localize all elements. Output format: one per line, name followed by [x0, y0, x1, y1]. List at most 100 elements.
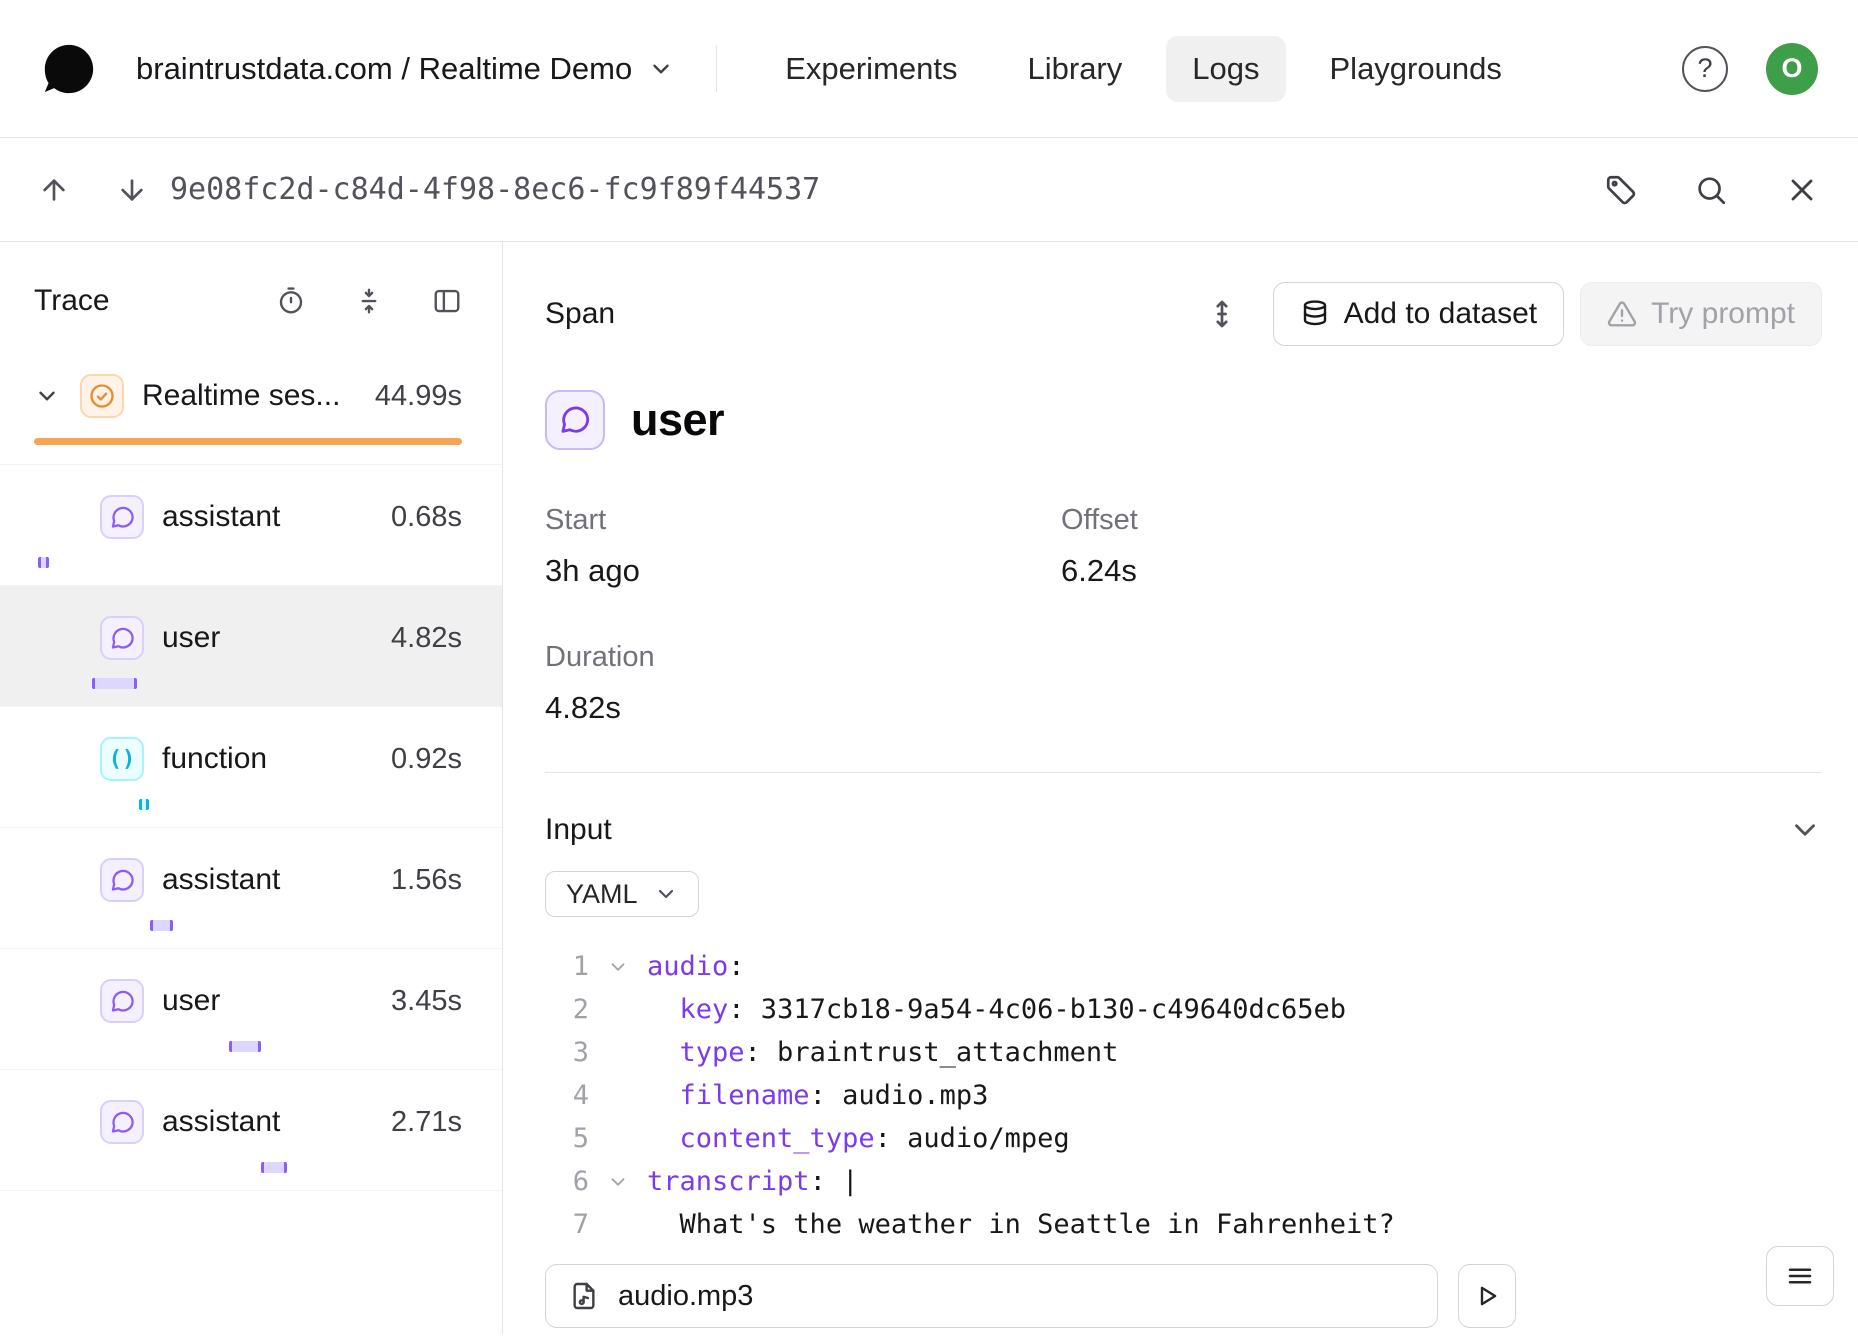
timeline-bar — [92, 678, 137, 689]
span-duration: 0.68s — [391, 501, 462, 534]
code-line-5: 5 content_type: audio/mpeg — [545, 1117, 1822, 1160]
chevron-down-icon[interactable] — [34, 383, 62, 409]
span-panel: Span Add to dataset Try prompt — [503, 242, 1858, 1334]
chat-bubble-icon — [100, 1100, 144, 1144]
help-button[interactable]: ? — [1682, 46, 1728, 92]
chat-bubble-icon — [100, 616, 144, 660]
arrow-up-icon — [38, 174, 70, 206]
try-prompt-button[interactable]: Try prompt — [1580, 282, 1822, 346]
chevron-down-icon — [1788, 813, 1822, 847]
trace-toolbar: 9e08fc2d-c84d-4f98-8ec6-fc9f89f44537 — [0, 138, 1858, 242]
line-number: 5 — [545, 1123, 589, 1154]
audio-attachment[interactable]: audio.mp3 — [545, 1264, 1438, 1328]
trace-row[interactable]: assistant1.56s — [0, 828, 502, 949]
play-audio-button[interactable] — [1458, 1264, 1516, 1328]
span-label: assistant — [162, 863, 373, 897]
span-label: Realtime ses... — [142, 379, 357, 413]
resize-panel-button[interactable] — [1205, 297, 1239, 331]
span-timeline — [34, 1162, 462, 1174]
arrow-down-icon — [116, 174, 148, 206]
row-actions-button[interactable] — [1766, 1246, 1834, 1306]
code-line-6: 6transcript: | — [545, 1160, 1822, 1203]
search-button[interactable] — [1694, 173, 1728, 207]
avatar-letter: O — [1781, 53, 1802, 84]
span-metadata: Start 3h ago Offset 6.24s Duration 4.82s — [545, 504, 1822, 726]
trace-row[interactable]: assistant2.71s — [0, 1070, 502, 1191]
close-icon — [1784, 172, 1820, 208]
timer-button[interactable] — [276, 286, 306, 316]
span-label: function — [162, 742, 373, 776]
code-line-4: 4 filename: audio.mp3 — [545, 1074, 1822, 1117]
previous-trace-button[interactable] — [38, 174, 70, 206]
timeline-bar — [229, 1041, 261, 1052]
project-switcher[interactable]: braintrustdata.com / Realtime Demo — [136, 51, 674, 87]
timeline-bar — [261, 1162, 287, 1173]
chat-bubble-icon — [100, 858, 144, 902]
nav-item-library[interactable]: Library — [1002, 36, 1149, 102]
nav-item-experiments[interactable]: Experiments — [759, 36, 983, 102]
check-circle-icon — [80, 374, 124, 418]
chevron-down-icon — [654, 882, 678, 906]
braintrust-logo-icon[interactable] — [40, 40, 98, 98]
main-nav: Experiments Library Logs Playgrounds — [759, 36, 1528, 102]
add-to-dataset-button[interactable]: Add to dataset — [1273, 282, 1564, 346]
avatar[interactable]: O — [1766, 43, 1818, 95]
chevron-down-icon — [648, 56, 674, 82]
audio-file-icon — [568, 1280, 600, 1312]
span-timeline — [34, 557, 462, 569]
nav-divider — [716, 46, 717, 92]
timeline-bar — [150, 920, 174, 931]
section-divider — [545, 772, 1822, 773]
database-icon — [1300, 299, 1330, 329]
trace-panel-title: Trace — [34, 284, 276, 318]
collapse-input-button[interactable] — [1788, 813, 1822, 847]
trace-panel: Trace Realtime ses — [0, 242, 503, 1334]
timeline-bar — [139, 799, 149, 810]
trace-tree: Realtime ses...44.99s assistant 0.68s user 4… — [0, 344, 502, 1191]
toggle-panel-button[interactable] — [432, 286, 462, 316]
close-button[interactable] — [1784, 172, 1820, 208]
question-icon: ? — [1697, 53, 1712, 84]
trace-row[interactable]: Realtime ses...44.99s — [0, 344, 502, 465]
yaml-code-block[interactable]: 1audio:2 key: 3317cb18-9a54-4c06-b130-c4… — [545, 945, 1822, 1246]
line-number: 1 — [545, 951, 589, 982]
next-trace-button[interactable] — [116, 174, 148, 206]
span-label: user — [162, 621, 373, 655]
attachment-filename: audio.mp3 — [618, 1280, 753, 1313]
code-line-1: 1audio: — [545, 945, 1822, 988]
menu-icon — [1785, 1261, 1815, 1291]
play-icon — [1472, 1281, 1502, 1311]
span-label: user — [162, 984, 373, 1018]
span-label: assistant — [162, 1105, 373, 1139]
span-timeline — [34, 436, 462, 448]
trace-row[interactable]: assistant 0.68s — [0, 465, 502, 586]
collapse-caret-icon[interactable] — [589, 956, 647, 978]
function-icon: () — [100, 737, 144, 781]
line-number: 3 — [545, 1037, 589, 1068]
span-duration: 0.92s — [391, 743, 462, 776]
tag-button[interactable] — [1604, 173, 1638, 207]
fold-vertical-icon — [354, 286, 384, 316]
span-duration: 4.82s — [391, 622, 462, 655]
code-line-3: 3 type: braintrust_attachment — [545, 1031, 1822, 1074]
panel-left-icon — [432, 286, 462, 316]
nav-item-playgrounds[interactable]: Playgrounds — [1304, 36, 1528, 102]
collapse-caret-icon[interactable] — [589, 1171, 647, 1193]
format-selector[interactable]: YAML — [545, 871, 699, 917]
trace-row[interactable]: user 4.82s — [0, 586, 502, 707]
collapse-all-button[interactable] — [354, 286, 384, 316]
search-icon — [1694, 173, 1728, 207]
span-timeline — [34, 799, 462, 811]
drag-vertical-icon — [1205, 297, 1239, 331]
project-title: braintrustdata.com / Realtime Demo — [136, 51, 632, 87]
trace-row[interactable]: () function 0.92s — [0, 707, 502, 828]
span-label: assistant — [162, 500, 373, 534]
warning-icon — [1607, 299, 1637, 329]
code-line-7: 7 What's the weather in Seattle in Fahre… — [545, 1203, 1822, 1246]
tag-icon — [1604, 173, 1638, 207]
trace-row[interactable]: user 3.45s — [0, 949, 502, 1070]
nav-item-logs[interactable]: Logs — [1166, 36, 1285, 102]
span-duration: 3.45s — [391, 985, 462, 1018]
field-start: Start 3h ago — [545, 504, 1061, 589]
line-number: 4 — [545, 1080, 589, 1111]
